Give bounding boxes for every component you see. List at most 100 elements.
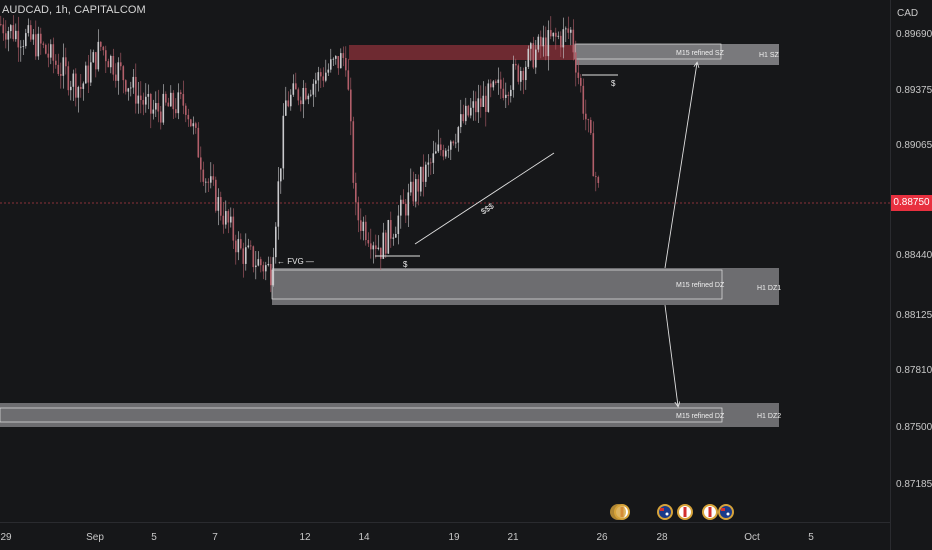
h1-dz2-label: H1 DZ2 (757, 413, 781, 420)
candle-body (77, 87, 80, 98)
candle-body (447, 149, 450, 151)
price-tick: 0.88125 (896, 310, 932, 321)
candle-body (492, 81, 495, 88)
candle-body (575, 52, 577, 73)
candle-body (327, 69, 330, 73)
candle-body (165, 93, 167, 103)
candle-body (592, 133, 595, 177)
price-axis-separator (890, 0, 891, 550)
candle-body (295, 83, 297, 90)
candle-body (487, 83, 490, 112)
candle-body (252, 246, 255, 268)
candle-body (495, 81, 497, 83)
candle-body (185, 105, 187, 115)
candle-body (282, 115, 285, 169)
last-price-badge: 0.88750 (891, 195, 932, 211)
candle-body (92, 52, 95, 63)
candle-body (517, 65, 520, 82)
candle-body (72, 73, 75, 87)
candle-body (7, 31, 10, 40)
candle-body (457, 127, 460, 143)
candle-body (470, 107, 472, 116)
candle-body (317, 72, 320, 81)
candle-body (582, 85, 585, 114)
event-icons[interactable] (610, 504, 734, 520)
candle-body (355, 182, 357, 203)
candle-body (60, 74, 62, 76)
candle-body (70, 86, 72, 91)
candle-body (127, 88, 130, 92)
price-chart[interactable]: M15 refined SZ H1 SZ M15 refined DZ H1 D… (0, 0, 890, 522)
h1-sz-label: H1 SZ (759, 52, 780, 59)
ca-flag-icon[interactable] (702, 504, 718, 520)
ca-flag-icon[interactable] (677, 504, 693, 520)
candle-body (345, 57, 347, 71)
projection-arrow-down[interactable] (664, 304, 678, 406)
candle-body (540, 36, 542, 47)
candle-body (267, 263, 270, 266)
projection-arrow-up[interactable] (664, 63, 697, 269)
candle-body (330, 59, 332, 70)
candle-body (132, 76, 135, 88)
time-tick: 26 (596, 532, 608, 543)
candle-body (510, 89, 512, 97)
candle-body (507, 94, 510, 97)
fvg-label: ← FVG — (277, 257, 314, 266)
candle-body (545, 37, 547, 57)
candle-body (182, 94, 185, 106)
time-tick: 5 (808, 532, 814, 543)
candle-body (537, 36, 540, 50)
price-tick: 0.87810 (896, 365, 932, 376)
candle-body (555, 32, 557, 37)
candle-body (410, 181, 412, 193)
candle-body (45, 44, 47, 54)
candle-body (82, 83, 85, 89)
candle-body (377, 247, 380, 249)
candle-body (262, 265, 265, 272)
candle-body (140, 95, 142, 101)
candle-body (422, 166, 425, 182)
candle-body (302, 87, 305, 105)
currency-label: CAD (897, 8, 919, 19)
au-flag-icon[interactable] (718, 504, 734, 520)
candle-body (32, 34, 35, 40)
candle-body (112, 55, 115, 75)
candle-body (557, 35, 560, 37)
candle-body (475, 101, 477, 113)
candle-body (55, 60, 57, 65)
candle-body (177, 92, 180, 114)
candle-body (175, 109, 177, 114)
candle-body (242, 248, 245, 264)
candle-body (237, 239, 240, 253)
price-tick: 0.88440 (896, 250, 932, 261)
candle-body (275, 226, 277, 258)
candle-body (255, 265, 257, 268)
candle-body (400, 199, 402, 216)
candle-body (360, 220, 362, 231)
candle-body (527, 48, 530, 67)
candle-body (102, 46, 105, 51)
candle-body (362, 221, 365, 231)
candle-body (467, 105, 470, 116)
candle-body (270, 263, 272, 286)
candle-body (532, 43, 535, 68)
h1-dz2-zone[interactable] (0, 403, 779, 427)
candle-body (217, 197, 220, 211)
candle-body (265, 265, 267, 272)
candle-body (110, 55, 112, 68)
candle-body (80, 87, 82, 89)
au-flag-icon[interactable] (657, 504, 673, 520)
candle-body (85, 65, 87, 84)
candle-body (272, 257, 275, 286)
candle-body (440, 144, 442, 151)
candle-body (50, 44, 52, 58)
candle-body (200, 157, 202, 170)
candle-body (152, 109, 155, 114)
candle-body (325, 72, 327, 81)
candle-body (157, 103, 160, 112)
ca-flag-icon[interactable] (610, 504, 626, 520)
candle-body (500, 79, 502, 89)
candle-body (100, 41, 102, 47)
liquidity-trendline[interactable] (414, 152, 555, 245)
candle-body (547, 30, 550, 57)
